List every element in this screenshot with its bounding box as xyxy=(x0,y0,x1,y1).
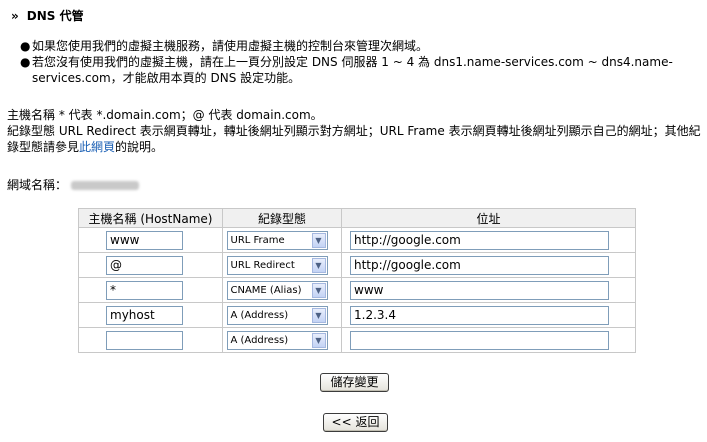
note-item: ● 若您沒有使用我們的虛擬主機，請在上一頁分別設定 DNS 伺服器 1 ~ 4 為… xyxy=(20,54,700,86)
table-header-row: 主機名稱 (HostName) 紀錄型態 位址 xyxy=(78,208,636,228)
record-type-value: URL Redirect xyxy=(230,260,295,271)
record-type-value: A (Address) xyxy=(230,335,289,346)
hostname-input[interactable]: * xyxy=(106,281,183,300)
double-arrow-icon: » xyxy=(11,9,19,23)
record-type-value: CNAME (Alias) xyxy=(230,285,302,296)
domain-value-redacted xyxy=(71,181,140,190)
record-type-select[interactable]: A (Address) ▼ xyxy=(226,306,328,325)
address-input[interactable]: 1.2.3.4 xyxy=(350,306,609,325)
bullet-icon: ● xyxy=(20,39,31,53)
table-row: @ URL Redirect ▼ http://google.com xyxy=(78,252,636,278)
chevron-down-icon[interactable]: ▼ xyxy=(311,308,326,323)
description-text-end: 的說明。 xyxy=(115,140,164,154)
address-input[interactable]: http://google.com xyxy=(350,231,609,250)
header-record-type: 紀錄型態 xyxy=(222,208,342,228)
domain-label: 網域名稱： xyxy=(7,178,68,192)
record-type-select[interactable]: URL Redirect ▼ xyxy=(226,256,328,275)
record-type-select[interactable]: URL Frame ▼ xyxy=(226,231,328,250)
hostname-input[interactable] xyxy=(106,331,183,350)
description-line2: 紀錄型態 URL Redirect 表示網頁轉址，轉址後網址列顯示對方網址；UR… xyxy=(7,123,702,155)
note-text: 若您沒有使用我們的虛擬主機，請在上一頁分別設定 DNS 伺服器 1 ~ 4 為 … xyxy=(32,55,673,85)
back-button[interactable]: << 返回 xyxy=(323,413,388,432)
record-type-select[interactable]: A (Address) ▼ xyxy=(226,331,328,350)
record-type-value: URL Frame xyxy=(230,235,285,246)
address-input[interactable]: www xyxy=(350,281,609,300)
dns-records-table: 主機名稱 (HostName) 紀錄型態 位址 www URL Frame ▼ h… xyxy=(78,208,636,353)
chevron-down-icon[interactable]: ▼ xyxy=(311,233,326,248)
chevron-down-icon[interactable]: ▼ xyxy=(311,333,326,348)
notes-list: ● 如果您使用我們的虛擬主機服務，請使用虛擬主機的控制台來管理次網域。 ● 若您沒有… xyxy=(20,38,700,86)
description-line1: 主機名稱 * 代表 *.domain.com；@ 代表 domain.com。 xyxy=(7,108,323,122)
address-input[interactable]: http://google.com xyxy=(350,256,609,275)
page-title: » DNS 代管 xyxy=(11,7,84,24)
record-type-select[interactable]: CNAME (Alias) ▼ xyxy=(226,281,328,300)
note-item: ● 如果您使用我們的虛擬主機服務，請使用虛擬主機的控制台來管理次網域。 xyxy=(20,38,700,54)
table-row: myhost A (Address) ▼ 1.2.3.4 xyxy=(78,302,636,328)
description: 主機名稱 * 代表 *.domain.com；@ 代表 domain.com。 … xyxy=(7,107,702,155)
address-input[interactable] xyxy=(350,331,609,350)
help-link[interactable]: 此網頁 xyxy=(79,140,115,154)
hostname-input[interactable]: myhost xyxy=(106,306,183,325)
table-row: * CNAME (Alias) ▼ www xyxy=(78,277,636,303)
chevron-down-icon[interactable]: ▼ xyxy=(311,258,326,273)
note-text: 如果您使用我們的虛擬主機服務，請使用虛擬主機的控制台來管理次網域。 xyxy=(32,39,429,53)
domain-name: 網域名稱： xyxy=(7,176,140,193)
page-title-text: DNS 代管 xyxy=(26,9,84,23)
header-hostname: 主機名稱 (HostName) xyxy=(78,208,223,228)
hostname-input[interactable]: www xyxy=(106,231,183,250)
table-row: A (Address) ▼ xyxy=(78,327,636,353)
save-button[interactable]: 儲存變更 xyxy=(320,373,389,392)
hostname-input[interactable]: @ xyxy=(106,256,183,275)
header-address: 位址 xyxy=(341,208,636,228)
bullet-icon: ● xyxy=(20,55,31,69)
record-type-value: A (Address) xyxy=(230,310,289,321)
chevron-down-icon[interactable]: ▼ xyxy=(311,283,326,298)
table-row: www URL Frame ▼ http://google.com xyxy=(78,227,636,253)
